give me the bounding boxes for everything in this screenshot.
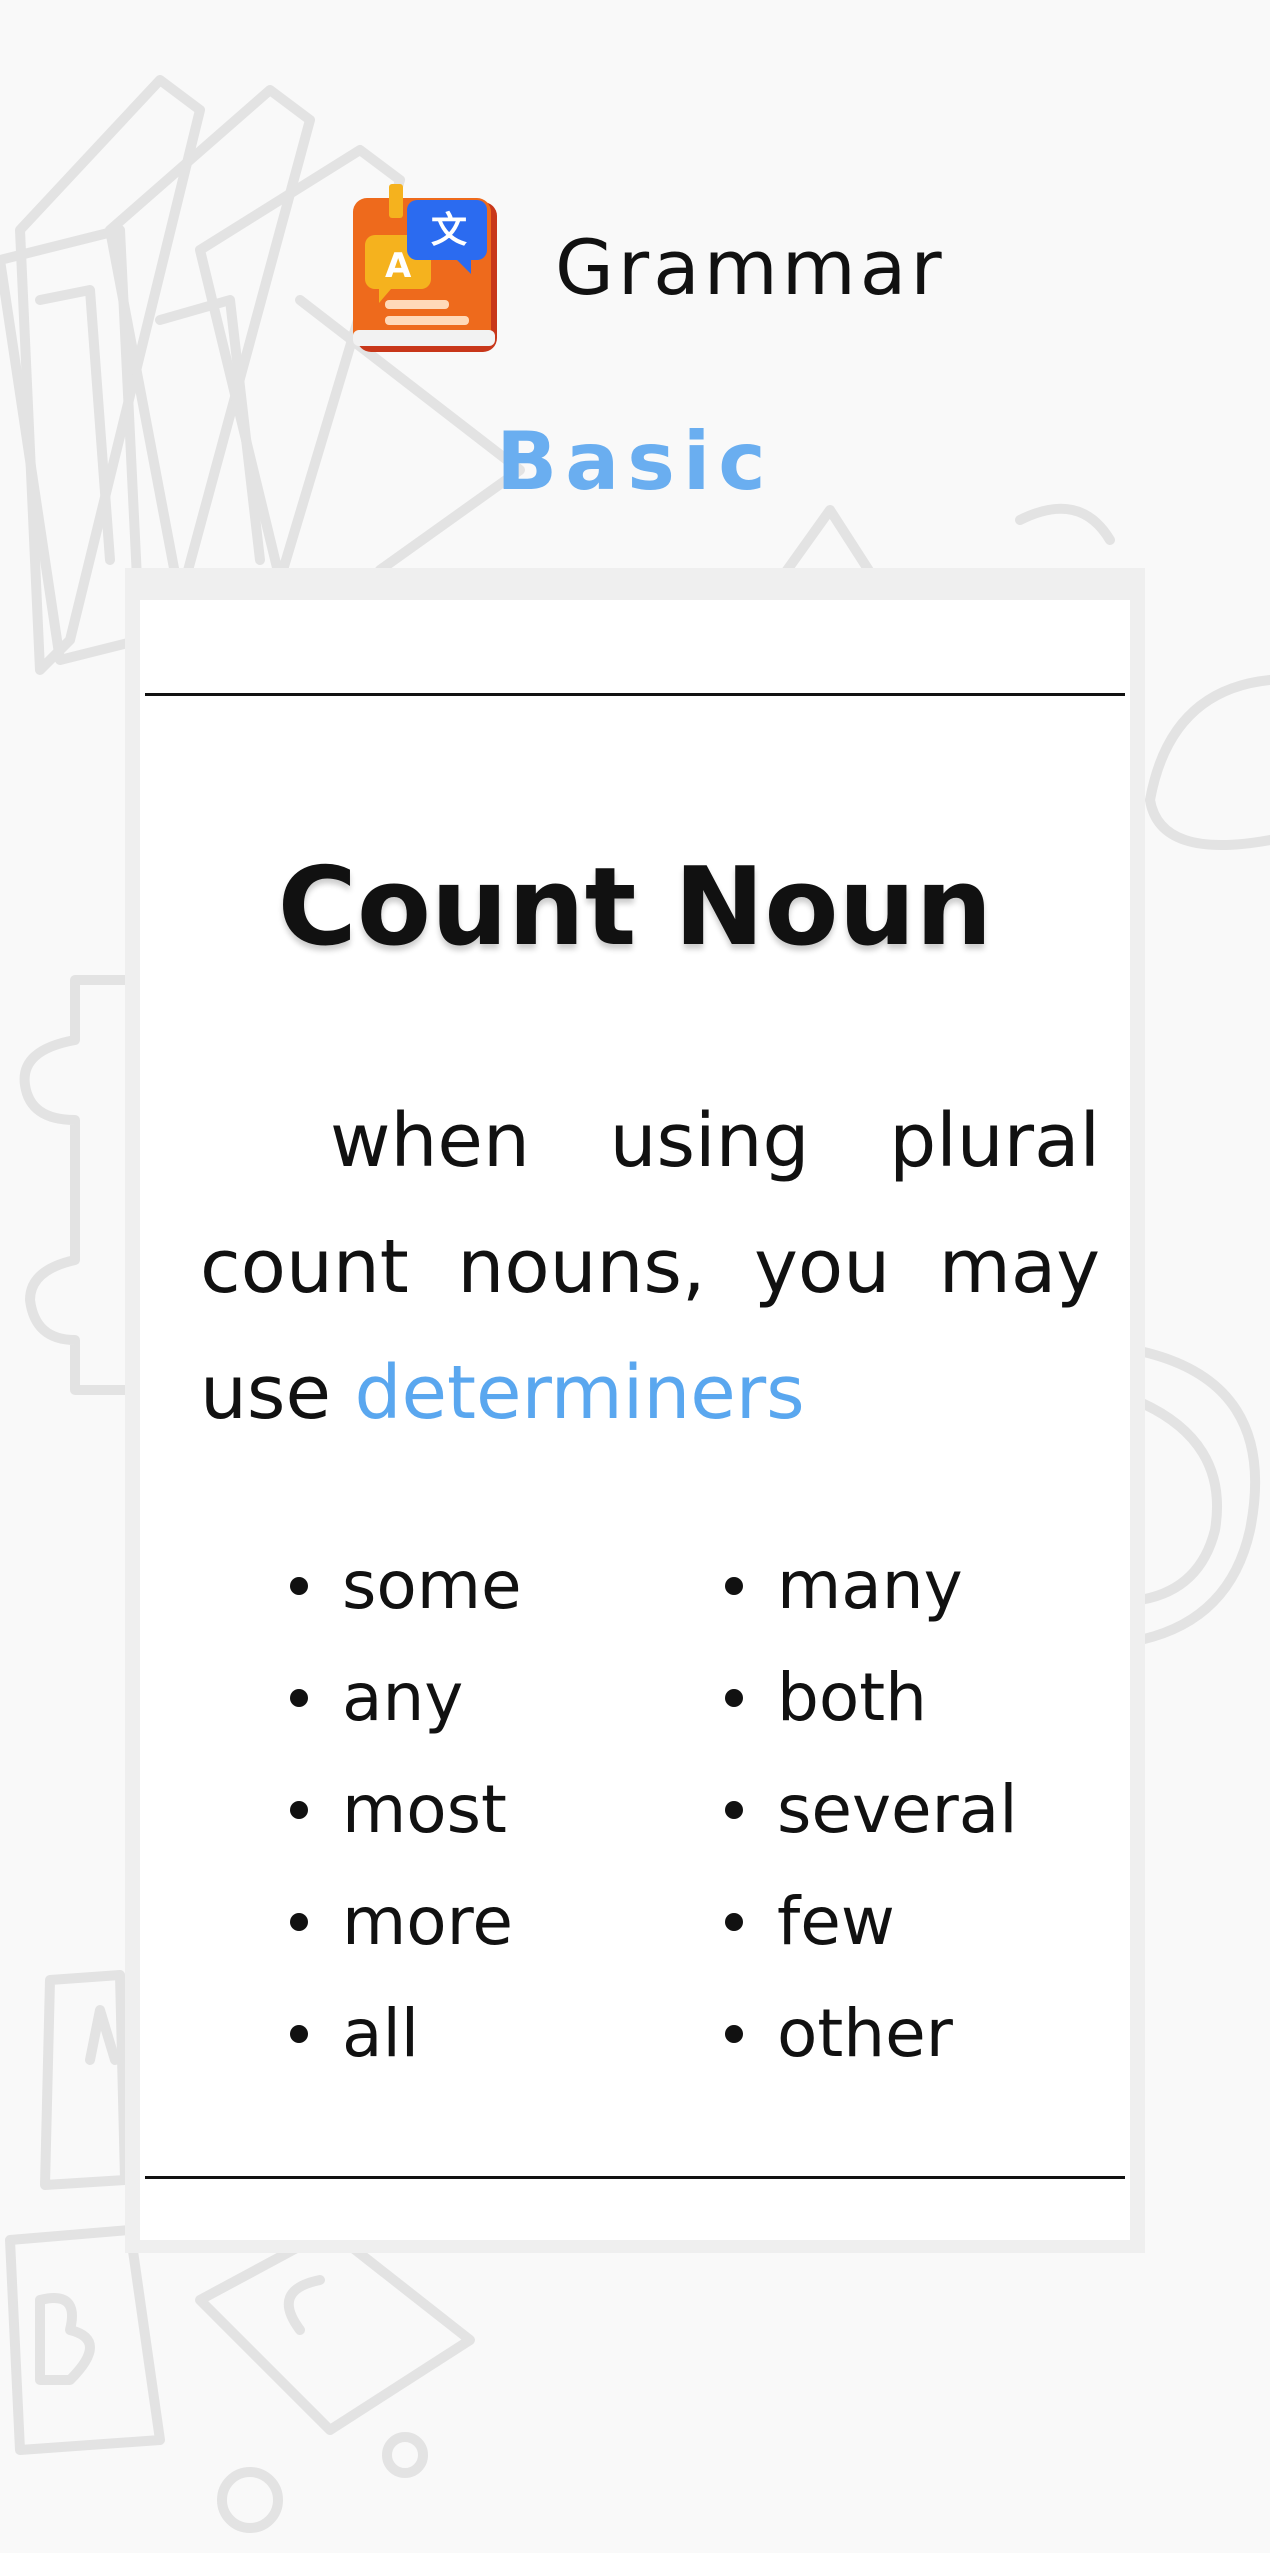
list-item-label: several [777, 1771, 1018, 1848]
lesson-text: when using plural count nouns, you may u… [200, 1078, 1100, 1456]
list-item: few [725, 1866, 1018, 1978]
top-divider [145, 693, 1125, 696]
determiners-list-right: many both several few other [725, 1530, 1018, 2090]
list-item-label: some [342, 1547, 522, 1624]
list-item-label: most [342, 1771, 507, 1848]
list-item-label: any [342, 1659, 464, 1736]
bottom-divider [145, 2176, 1125, 2179]
list-item: more [290, 1866, 522, 1978]
bullet-icon [290, 1689, 308, 1707]
list-item: other [725, 1978, 1018, 2090]
list-item: all [290, 1978, 522, 2090]
list-item-label: both [777, 1659, 927, 1736]
translate-book-icon: A 文 [353, 184, 497, 352]
list-item-label: many [777, 1547, 963, 1624]
determiners-list-left: some any most more all [290, 1530, 522, 2090]
level-label: Basic [496, 415, 774, 508]
bullet-icon [290, 1913, 308, 1931]
list-item-label: other [777, 1995, 953, 2072]
list-item: both [725, 1642, 1018, 1754]
lesson-keyword: determiners [354, 1350, 805, 1436]
list-item: several [725, 1754, 1018, 1866]
bullet-icon [725, 2025, 743, 2043]
lesson-title: Count Noun [277, 845, 993, 970]
bullet-icon [725, 1577, 743, 1595]
bullet-icon [725, 1801, 743, 1819]
list-item-label: more [342, 1883, 513, 1960]
header: A 文 Grammar [345, 180, 946, 355]
list-item: some [290, 1530, 522, 1642]
list-item: any [290, 1642, 522, 1754]
list-item-label: few [777, 1883, 895, 1960]
list-item: many [725, 1530, 1018, 1642]
bullet-icon [725, 1913, 743, 1931]
list-item-label: all [342, 1995, 420, 2072]
list-item: most [290, 1754, 522, 1866]
svg-text:文: 文 [431, 210, 467, 251]
bullet-icon [290, 2025, 308, 2043]
app-title: Grammar [555, 223, 946, 312]
bullet-icon [290, 1801, 308, 1819]
bullet-icon [725, 1689, 743, 1707]
bullet-icon [290, 1577, 308, 1595]
